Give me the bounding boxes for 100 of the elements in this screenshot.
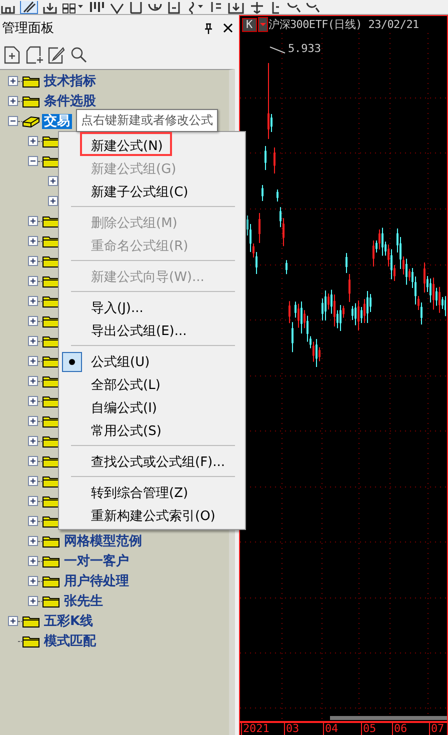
candle — [264, 146, 266, 170]
expander-icon[interactable] — [8, 76, 18, 86]
menu-item[interactable]: 全部公式(L) — [59, 373, 245, 396]
axis-label: 2021 — [240, 723, 270, 735]
tree-item[interactable]: 一对一客户 — [62, 554, 131, 568]
folder-icon — [22, 94, 40, 108]
expander-icon[interactable] — [28, 296, 38, 306]
folder-icon — [42, 394, 60, 408]
menu-item[interactable]: 重新构建公式索引(O) — [59, 504, 245, 527]
tree-item[interactable]: 交易 — [42, 114, 72, 128]
tree-item[interactable]: 张先生 — [62, 594, 105, 608]
expander-icon[interactable] — [28, 456, 38, 466]
expander-icon[interactable] — [48, 176, 58, 186]
expander-icon[interactable] — [28, 236, 38, 246]
folder-icon — [42, 234, 60, 248]
grid-icon[interactable] — [62, 2, 84, 14]
download-icon[interactable] — [43, 2, 57, 14]
new-file-icon[interactable] — [4, 46, 21, 64]
close-icon[interactable] — [222, 23, 233, 33]
expander-icon[interactable] — [28, 536, 38, 546]
folder-icon — [42, 354, 60, 368]
folder-icon — [42, 494, 60, 508]
folder-icon — [42, 154, 60, 168]
folder-icon — [42, 434, 60, 448]
expander-icon[interactable] — [28, 276, 38, 286]
folder-icon — [42, 294, 60, 308]
expander-icon[interactable] — [28, 356, 38, 366]
scrollbar[interactable] — [330, 716, 448, 720]
expander-icon[interactable] — [28, 256, 38, 266]
dropdown-icon[interactable] — [258, 17, 268, 32]
menu-item[interactable]: 新建子公式组(C) — [59, 180, 245, 203]
new-page-icon[interactable] — [26, 46, 43, 64]
tree-item[interactable]: 网格模型范例 — [62, 534, 144, 548]
candle — [261, 184, 264, 202]
expander-icon[interactable] — [48, 196, 58, 206]
expander-icon[interactable] — [28, 596, 38, 606]
axis-label: 07 — [428, 723, 444, 735]
axis-label: 06 — [392, 723, 408, 735]
expander-icon[interactable] — [8, 116, 18, 126]
menu-item[interactable]: 常用公式(S) — [59, 419, 245, 442]
expander-icon[interactable] — [28, 476, 38, 486]
expander-icon[interactable] — [8, 96, 18, 106]
folder-icon — [22, 634, 40, 648]
bars-icon[interactable] — [89, 2, 105, 14]
candle — [285, 260, 288, 275]
expander-icon[interactable] — [28, 396, 38, 406]
price-label: 5.933 — [288, 42, 322, 55]
folder-icon — [42, 474, 60, 488]
expander-icon[interactable] — [28, 416, 38, 426]
folder-icon — [42, 414, 60, 428]
folder-icon — [42, 594, 60, 608]
folder-icon — [42, 574, 60, 588]
pin-icon[interactable] — [204, 22, 213, 34]
expander-icon[interactable] — [28, 336, 38, 346]
candle — [276, 189, 278, 202]
expander-icon[interactable] — [28, 556, 38, 566]
folder-icon — [42, 274, 60, 288]
folder-icon — [42, 554, 60, 568]
folder-icon — [42, 254, 60, 268]
folder-icon — [42, 454, 60, 468]
folder-icon — [22, 614, 40, 628]
tree-item[interactable]: 条件选股 — [42, 94, 98, 108]
menu-item[interactable]: 查找公式或公式组(F)... — [59, 450, 245, 473]
expander-icon[interactable] — [28, 576, 38, 586]
folder-icon — [42, 534, 60, 548]
expander-icon[interactable] — [28, 376, 38, 386]
axis-label: 04 — [322, 723, 338, 735]
menu-item[interactable]: 导入(J)... — [59, 296, 245, 319]
tree-item[interactable]: 用户待处理 — [62, 574, 131, 588]
menu-item[interactable]: 自编公式(I) — [59, 396, 245, 419]
tree-item[interactable]: 技术指标 — [42, 74, 98, 88]
expander-icon[interactable] — [28, 516, 38, 526]
expander-icon[interactable] — [28, 496, 38, 506]
tray-icon[interactable] — [228, 2, 244, 14]
menu-item[interactable]: 导出公式组(E)... — [59, 319, 245, 342]
edit-icon[interactable] — [48, 46, 65, 64]
expander-icon[interactable] — [8, 616, 18, 626]
folder-icon — [42, 314, 60, 328]
folder-icon — [42, 514, 60, 528]
expander-icon[interactable] — [28, 156, 38, 166]
panel-title: 管理面板 — [2, 20, 55, 37]
list-icon[interactable] — [209, 2, 223, 14]
tree-item[interactable]: 五彩K线 — [42, 614, 96, 628]
expander-icon[interactable] — [28, 316, 38, 326]
tooltip: 点右键新建或者修改公式 — [76, 109, 218, 132]
tree-item[interactable]: 模式匹配 — [42, 634, 98, 648]
leader-line — [269, 46, 286, 54]
folder-icon — [42, 334, 60, 348]
menu-item[interactable]: 转到综合管理(Z) — [59, 481, 245, 504]
bracket-icon[interactable] — [270, 2, 282, 14]
folder-icon — [42, 134, 60, 148]
candle — [273, 147, 276, 174]
expander-icon[interactable] — [28, 216, 38, 226]
expander-icon[interactable] — [28, 436, 38, 446]
folder-icon — [42, 214, 60, 228]
expander-icon[interactable] — [28, 136, 38, 146]
folder-icon — [42, 374, 60, 388]
pencil-icon[interactable] — [20, 1, 38, 14]
menu-item[interactable]: 公式组(U) — [59, 350, 245, 373]
period-button[interactable]: K — [242, 18, 257, 32]
